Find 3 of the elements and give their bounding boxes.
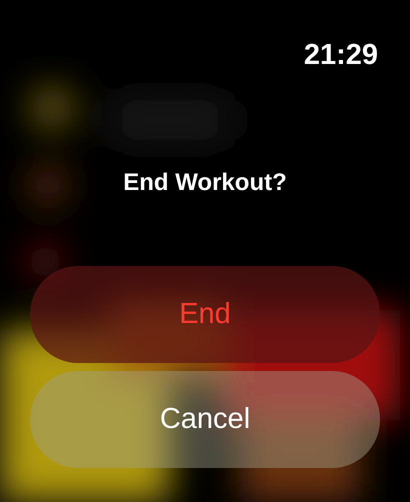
clock-time: 21:29 xyxy=(304,38,378,72)
dialog-title: End Workout? xyxy=(122,168,288,198)
cancel-button[interactable]: Cancel xyxy=(30,371,380,468)
